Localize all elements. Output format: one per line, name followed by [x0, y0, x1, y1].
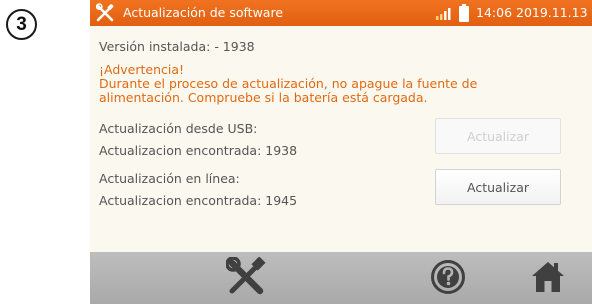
home-icon[interactable] — [530, 260, 566, 294]
online-update-found: Actualizacion encontrada: 1945 — [99, 193, 298, 208]
content-panel: Versión instalada: - 1938 ¡Advertencia! … — [90, 26, 592, 252]
device-screen: Actualización de software 14:06 2019.11.… — [90, 0, 592, 304]
window-title: Actualización de software — [123, 5, 284, 20]
online-update-label: Actualización en línea: — [99, 171, 240, 186]
online-update-button[interactable]: Actualizar — [435, 169, 561, 205]
warning-message-line1: Durante el proceso de actualización, no … — [99, 76, 478, 91]
warning-title: ¡Advertencia! — [99, 62, 185, 77]
title-bar: Actualización de software 14:06 2019.11.… — [90, 0, 592, 26]
usb-update-label: Actualización desde USB: — [99, 121, 258, 136]
step-number-badge: 3 — [6, 9, 37, 40]
installed-version: Versión instalada: - 1938 — [99, 39, 255, 54]
help-icon[interactable] — [430, 259, 466, 295]
signal-icon — [436, 8, 451, 20]
tools-icon — [96, 3, 114, 22]
settings-tools-icon[interactable] — [226, 257, 266, 297]
clock: 14:06 2019.11.13 — [476, 5, 588, 20]
battery-icon — [459, 4, 469, 22]
warning-message-line2: alimentación. Compruebe si la batería es… — [99, 90, 428, 105]
usb-update-button[interactable]: Actualizar — [435, 118, 561, 154]
bottom-toolbar — [90, 252, 592, 304]
usb-update-found: Actualizacion encontrada: 1938 — [99, 143, 298, 158]
